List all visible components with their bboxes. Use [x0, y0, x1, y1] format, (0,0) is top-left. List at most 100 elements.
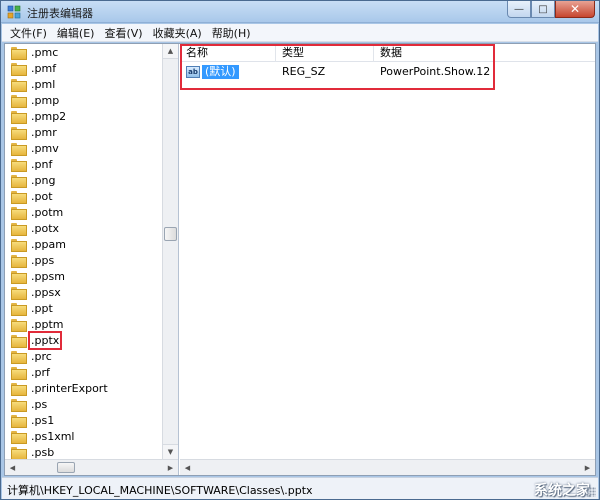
folder-icon	[11, 382, 27, 396]
tree-item-label: .prc	[31, 349, 52, 363]
tree-item[interactable]: .pmv	[5, 140, 163, 156]
tree-item[interactable]: .ppam	[5, 236, 163, 252]
tree-item[interactable]: .prc	[5, 348, 163, 364]
tree-item-label: .prf	[31, 365, 50, 379]
tree-item-label: .pml	[31, 77, 56, 91]
menu-edit[interactable]: 编辑(E)	[53, 25, 101, 41]
folder-icon	[11, 254, 27, 268]
tree-item[interactable]: .pot	[5, 188, 163, 204]
minimize-button[interactable]: —	[507, 1, 531, 18]
folder-icon	[11, 78, 27, 92]
tree-horizontal-scrollbar[interactable]: ◀ ▶	[5, 459, 178, 475]
tree-item[interactable]: .pps	[5, 252, 163, 268]
folder-icon	[11, 62, 27, 76]
folder-icon	[11, 174, 27, 188]
tree-item-label: .pmf	[31, 61, 57, 75]
window-title: 注册表编辑器	[27, 7, 93, 20]
values-horizontal-scrollbar[interactable]: ◀ ▶	[180, 459, 595, 475]
menu-bar: 文件(F) 编辑(E) 查看(V) 收藏夹(A) 帮助(H)	[2, 24, 598, 42]
folder-icon	[11, 110, 27, 124]
scroll-right-arrow-icon[interactable]: ▶	[580, 460, 595, 475]
watermark-logo: 系统之家	[534, 483, 590, 499]
folder-icon	[11, 334, 27, 348]
tree-item[interactable]: .ps	[5, 396, 163, 412]
tree-item-label: .pot	[31, 189, 53, 203]
tree-item-label: .pnf	[31, 157, 53, 171]
tree-vertical-scrollbar[interactable]: ▲ ▼	[162, 44, 178, 459]
tree-item[interactable]: .ps1xml	[5, 428, 163, 444]
folder-icon	[11, 302, 27, 316]
scroll-up-arrow-icon[interactable]: ▲	[163, 44, 178, 59]
tree-item[interactable]: .pnf	[5, 156, 163, 172]
tree-item-label: .png	[31, 173, 56, 187]
tree-item[interactable]: .potx	[5, 220, 163, 236]
tree-item[interactable]: .ps1	[5, 412, 163, 428]
maximize-button[interactable]: □	[531, 1, 555, 18]
tree-item[interactable]: .prf	[5, 364, 163, 380]
key-tree: .pmc .pmf .pml .pmp .pmp2 .pmr .pmv .pnf .png .po…	[5, 44, 163, 460]
tree-item-label: .ps1xml	[31, 429, 75, 443]
folder-icon	[11, 94, 27, 108]
tree-item-label: .potm	[31, 205, 64, 219]
folder-icon	[11, 286, 27, 300]
folder-icon	[11, 190, 27, 204]
scroll-down-arrow-icon[interactable]: ▼	[163, 444, 178, 459]
tree-item[interactable]: .pptx	[5, 330, 163, 350]
tree-hscroll-thumb[interactable]	[57, 462, 75, 473]
tree-item[interactable]: .psb	[5, 444, 163, 460]
tree-item[interactable]: .pmp	[5, 92, 163, 108]
folder-icon	[11, 142, 27, 156]
scroll-right-arrow-icon[interactable]: ▶	[163, 460, 178, 475]
folder-icon	[11, 158, 27, 172]
status-path: 计算机\HKEY_LOCAL_MACHINE\SOFTWARE\Classes\…	[7, 484, 313, 497]
tree-item[interactable]: .pptm	[5, 316, 163, 332]
values-pane: 名称 类型 数据 ab (默认) REG_SZ PowerPoint.Show.…	[180, 44, 595, 475]
tree-item[interactable]: .pmp2	[5, 108, 163, 124]
tree-scroll-thumb[interactable]	[164, 227, 177, 241]
menu-view[interactable]: 查看(V)	[100, 25, 148, 41]
scroll-left-arrow-icon[interactable]: ◀	[180, 460, 195, 475]
folder-icon	[11, 350, 27, 364]
folder-icon	[11, 318, 27, 332]
tree-item[interactable]: .ppsx	[5, 284, 163, 300]
tree-item[interactable]: .ppsm	[5, 268, 163, 284]
regedit-icon	[7, 5, 21, 19]
menu-help[interactable]: 帮助(H)	[208, 25, 257, 41]
folder-icon	[11, 430, 27, 444]
tree-item-label: .printerExport	[31, 381, 108, 395]
folder-icon	[11, 238, 27, 252]
folder-icon	[11, 222, 27, 236]
annotation-highlight-box	[180, 44, 495, 90]
resize-grip-icon[interactable]	[586, 487, 596, 497]
tree-item[interactable]: .ppt	[5, 300, 163, 316]
close-button[interactable]: ✕	[555, 1, 595, 18]
folder-icon	[11, 398, 27, 412]
tree-item-label: .pmc	[31, 45, 59, 59]
tree-item[interactable]: .pmr	[5, 124, 163, 140]
tree-item-label: .pptm	[31, 317, 64, 331]
tree-item[interactable]: .png	[5, 172, 163, 188]
tree-item[interactable]: .potm	[5, 204, 163, 220]
tree-item[interactable]: .pmf	[5, 60, 163, 76]
scroll-left-arrow-icon[interactable]: ◀	[5, 460, 20, 475]
tree-item-label: .ppam	[31, 237, 66, 251]
tree-item[interactable]: .pmc	[5, 44, 163, 60]
tree-item-label: .pps	[31, 253, 55, 267]
regedit-window: 注册表编辑器 — □ ✕ 文件(F) 编辑(E) 查看(V) 收藏夹(A) 帮助…	[0, 0, 600, 500]
folder-icon	[11, 414, 27, 428]
folder-icon	[11, 366, 27, 380]
status-bar: 计算机\HKEY_LOCAL_MACHINE\SOFTWARE\Classes\…	[2, 477, 598, 499]
tree-item-label: .ps1	[31, 413, 55, 427]
tree-item[interactable]: .pml	[5, 76, 163, 92]
key-tree-pane: .pmc .pmf .pml .pmp .pmp2 .pmr .pmv .pnf .png .po…	[5, 44, 179, 475]
title-bar[interactable]: 注册表编辑器 — □ ✕	[1, 1, 599, 23]
tree-item-label: .ps	[31, 397, 48, 411]
tree-item-label: .ppt	[31, 301, 53, 315]
tree-item-label: .pmr	[31, 125, 57, 139]
menu-file[interactable]: 文件(F)	[6, 25, 53, 41]
tree-item-label: .pmp2	[31, 109, 67, 123]
tree-item-label: .potx	[31, 221, 60, 235]
folder-icon	[11, 446, 27, 460]
tree-item[interactable]: .printerExport	[5, 380, 163, 396]
menu-favorites[interactable]: 收藏夹(A)	[149, 25, 208, 41]
